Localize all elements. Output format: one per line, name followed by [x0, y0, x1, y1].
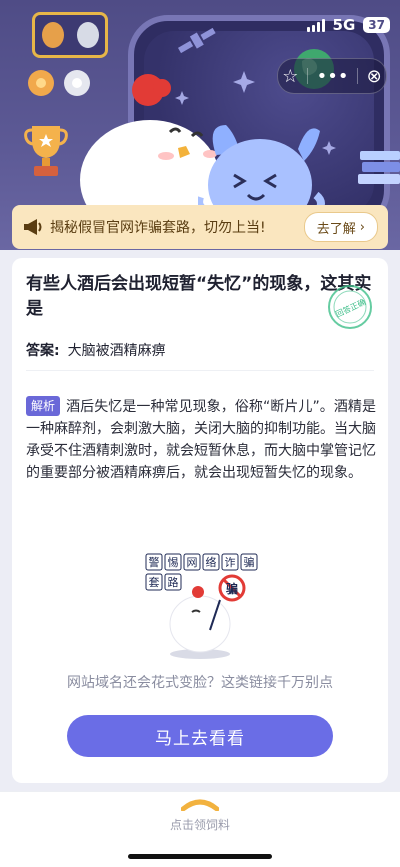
sign-char: 络 [206, 555, 217, 569]
feed-label[interactable]: 点击领饲料 [0, 816, 400, 833]
network-type: 5G [332, 16, 356, 34]
books [358, 151, 400, 184]
sign-char: 诈 [225, 556, 236, 569]
stamp-text: 回答正确 [334, 297, 367, 320]
mini-program-capsule[interactable]: ☆ ••• ⊗ [277, 58, 387, 94]
sign-char: 警 [149, 555, 160, 569]
home-indicator [128, 854, 272, 859]
chevron-right-icon: › [359, 219, 365, 235]
sign-char: 网 [187, 556, 198, 569]
answer-row: 答案: 大脑被酒精麻痹 [26, 340, 166, 360]
fraud-hint: 网站域名还会花式变脸？这类链接千万别点 [67, 675, 333, 691]
medal-board [32, 12, 108, 58]
warning-char: 骗 [226, 581, 238, 596]
more-icon[interactable]: ••• [317, 66, 349, 87]
battery-level: 37 [363, 17, 390, 33]
analysis: 解析 酒后失忆是一种常见现象，俗称“断片儿”。酒精是一种麻醉剂，会刺激大脑，关闭大… [26, 396, 376, 484]
question-card [12, 258, 388, 783]
sign-char: 惕 [168, 555, 179, 569]
sign-char: 骗 [244, 555, 255, 569]
notice-banner[interactable]: 揭秘假冒官网诈骗套路，切勿上当! 去了解 › [12, 205, 388, 249]
feed-icon[interactable] [181, 797, 219, 811]
question-title: 有些人酒后会出现短暂“失忆”的现象，这其实是 [26, 274, 372, 319]
trophy-icon [24, 126, 68, 176]
correct-answer-stamp: 回答正确 [328, 285, 372, 329]
go-see-button[interactable]: 马上去看看 [67, 715, 333, 757]
fraud-warning-illustration: 警惕网 络诈骗 套路 骗 [145, 553, 258, 659]
learn-more-button[interactable]: 去了解 › [303, 212, 378, 242]
answer-value: 大脑被酒精麻痹 [67, 343, 166, 359]
sign-char: 路 [168, 576, 179, 589]
analysis-text: 酒后失忆是一种常见现象，俗称“断片儿”。酒精是一种麻醉剂，会刺激大脑，关闭大脑的… [26, 399, 376, 481]
learn-more-label: 去了解 [316, 221, 356, 237]
signal-icon [306, 18, 325, 32]
divider [26, 370, 374, 371]
notice-text: 揭秘假冒官网诈骗套路，切勿上当! [50, 220, 266, 236]
analysis-tag: 解析 [26, 396, 61, 416]
sign-char: 套 [149, 576, 160, 589]
megaphone-icon [24, 219, 42, 235]
close-icon[interactable]: ⊗ [367, 66, 382, 87]
answer-label: 答案: [26, 343, 60, 359]
star-icon[interactable]: ☆ [282, 66, 298, 87]
status-bar: 5G 37 [306, 14, 390, 36]
